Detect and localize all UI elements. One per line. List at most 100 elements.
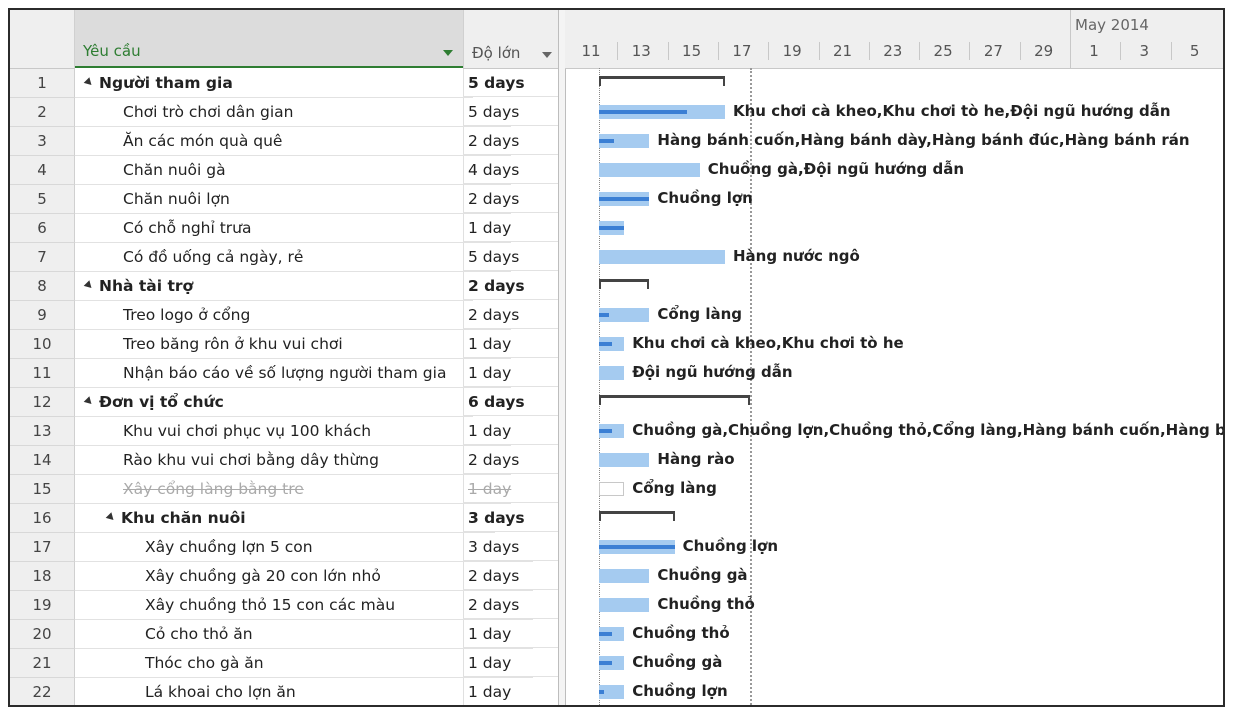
table-row[interactable]: 4 Chăn nuôi gà 4 days <box>10 156 560 185</box>
duration-cell[interactable]: 3 days <box>463 533 559 561</box>
duration-cell[interactable]: 2 days <box>463 562 559 590</box>
row-number-header[interactable] <box>10 10 75 69</box>
task-bar[interactable] <box>599 482 625 496</box>
table-row[interactable]: 10 Treo băng rôn ở khu vui chơi 1 day <box>10 330 560 359</box>
duration-cell[interactable]: 2 days <box>463 127 559 155</box>
task-bar[interactable] <box>599 250 725 264</box>
collapse-triangle-icon[interactable] <box>83 77 95 88</box>
row-number[interactable]: 18 <box>10 562 75 591</box>
task-name-cell[interactable]: Xây cổng làng bằng tre <box>75 475 511 504</box>
collapse-triangle-icon[interactable] <box>105 512 117 523</box>
duration-cell[interactable]: 1 day <box>463 678 559 705</box>
table-row[interactable]: 19 Xây chuồng thỏ 15 con các màu 2 days <box>10 591 560 620</box>
task-bar[interactable] <box>599 424 625 438</box>
duration-cell[interactable]: 2 days <box>463 591 559 619</box>
row-number[interactable]: 21 <box>10 649 75 678</box>
task-name-cell[interactable]: Nhận báo cáo về số lượng người tham gia <box>75 359 511 388</box>
task-name-cell[interactable]: Đơn vị tổ chức <box>75 388 473 417</box>
task-name-cell[interactable]: Khu chăn nuôi <box>75 504 495 533</box>
duration-cell[interactable]: 3 days <box>463 504 559 532</box>
table-row[interactable]: 8 Nhà tài trợ 2 days <box>10 272 560 301</box>
task-bar[interactable] <box>599 569 650 583</box>
table-row[interactable]: 15 Xây cổng làng bằng tre 1 day <box>10 475 560 504</box>
table-row[interactable]: 14 Rào khu vui chơi bằng dây thừng 2 days <box>10 446 560 475</box>
task-name-cell[interactable]: Treo logo ở cổng <box>75 301 511 330</box>
task-name-cell[interactable]: Treo băng rôn ở khu vui chơi <box>75 330 511 359</box>
task-name-cell[interactable]: Rào khu vui chơi bằng dây thừng <box>75 446 511 475</box>
row-number[interactable]: 20 <box>10 620 75 649</box>
table-row[interactable]: 3 Ăn các món quà quê 2 days <box>10 127 560 156</box>
duration-cell[interactable]: 2 days <box>463 446 559 474</box>
collapse-triangle-icon[interactable] <box>83 396 95 407</box>
row-number[interactable]: 14 <box>10 446 75 475</box>
row-number[interactable]: 3 <box>10 127 75 156</box>
task-name-cell[interactable]: Khu vui chơi phục vụ 100 khách <box>75 417 511 446</box>
task-bar[interactable] <box>599 163 700 177</box>
row-number[interactable]: 11 <box>10 359 75 388</box>
row-number[interactable]: 13 <box>10 417 75 446</box>
duration-cell[interactable]: 4 days <box>463 156 559 184</box>
row-number[interactable]: 7 <box>10 243 75 272</box>
task-name-cell[interactable]: Ăn các món quà quê <box>75 127 511 156</box>
task-name-cell[interactable]: Chơi trò chơi dân gian <box>75 98 511 127</box>
chevron-down-icon[interactable] <box>443 50 453 56</box>
duration-cell[interactable]: 1 day <box>463 620 559 648</box>
duration-cell[interactable]: 2 days <box>463 185 559 213</box>
task-name-cell[interactable]: Nhà tài trợ <box>75 272 473 301</box>
task-bar[interactable] <box>599 685 625 699</box>
task-name-column-header[interactable]: Yêu cầu <box>75 10 463 68</box>
duration-cell[interactable]: 5 days <box>463 98 559 126</box>
task-bar[interactable] <box>599 366 625 380</box>
table-row[interactable]: 6 Có chỗ nghỉ trưa 1 day <box>10 214 560 243</box>
table-row[interactable]: 12 Đơn vị tổ chức 6 days <box>10 388 560 417</box>
duration-cell[interactable]: 1 day <box>463 417 559 445</box>
summary-bar[interactable] <box>599 279 650 289</box>
task-bar[interactable] <box>599 105 725 119</box>
task-bar[interactable] <box>599 627 625 641</box>
task-bar[interactable] <box>599 540 675 554</box>
row-number[interactable]: 22 <box>10 678 75 705</box>
duration-column-header[interactable]: Độ lớn <box>463 10 560 69</box>
table-row[interactable]: 2 Chơi trò chơi dân gian 5 days <box>10 98 560 127</box>
task-bar[interactable] <box>599 308 650 322</box>
duration-cell[interactable]: 1 day <box>463 475 559 503</box>
table-row[interactable]: 5 Chăn nuôi lợn 2 days <box>10 185 560 214</box>
table-row[interactable]: 1 Người tham gia 5 days <box>10 69 560 98</box>
duration-cell[interactable]: 6 days <box>463 388 559 416</box>
task-bar[interactable] <box>599 598 650 612</box>
duration-cell[interactable]: 2 days <box>463 301 559 329</box>
table-row[interactable]: 7 Có đồ uống cả ngày, rẻ 5 days <box>10 243 560 272</box>
task-bar[interactable] <box>599 134 650 148</box>
row-number[interactable]: 2 <box>10 98 75 127</box>
summary-bar[interactable] <box>599 395 751 405</box>
row-number[interactable]: 15 <box>10 475 75 504</box>
row-number[interactable]: 8 <box>10 272 75 301</box>
duration-cell[interactable]: 1 day <box>463 359 559 387</box>
task-name-cell[interactable]: Chăn nuôi lợn <box>75 185 511 214</box>
table-row[interactable]: 11 Nhận báo cáo về số lượng người tham gi… <box>10 359 560 388</box>
task-name-cell[interactable]: Chăn nuôi gà <box>75 156 511 185</box>
duration-cell[interactable]: 2 days <box>463 272 559 300</box>
task-name-cell[interactable]: Có đồ uống cả ngày, rẻ <box>75 243 511 272</box>
row-number[interactable]: 17 <box>10 533 75 562</box>
row-number[interactable]: 19 <box>10 591 75 620</box>
summary-bar[interactable] <box>599 511 675 521</box>
duration-cell[interactable]: 1 day <box>463 649 559 677</box>
chevron-down-icon[interactable] <box>542 52 552 58</box>
duration-cell[interactable]: 5 days <box>463 243 559 271</box>
table-row[interactable]: 13 Khu vui chơi phục vụ 100 khách 1 day <box>10 417 560 446</box>
task-name-cell[interactable]: Có chỗ nghỉ trưa <box>75 214 511 243</box>
task-bar[interactable] <box>599 656 625 670</box>
summary-bar[interactable] <box>599 76 725 86</box>
task-name-cell[interactable]: Người tham gia <box>75 69 473 98</box>
row-number[interactable]: 10 <box>10 330 75 359</box>
table-row[interactable]: 20 Cỏ cho thỏ ăn 1 day <box>10 620 560 649</box>
row-number[interactable]: 5 <box>10 185 75 214</box>
task-bar[interactable] <box>599 337 625 351</box>
table-row[interactable]: 9 Treo logo ở cổng 2 days <box>10 301 560 330</box>
table-row[interactable]: 17 Xây chuồng lợn 5 con 3 days <box>10 533 560 562</box>
table-row[interactable]: 21 Thóc cho gà ăn 1 day <box>10 649 560 678</box>
row-number[interactable]: 6 <box>10 214 75 243</box>
table-row[interactable]: 18 Xây chuồng gà 20 con lớn nhỏ 2 days <box>10 562 560 591</box>
collapse-triangle-icon[interactable] <box>83 280 95 291</box>
